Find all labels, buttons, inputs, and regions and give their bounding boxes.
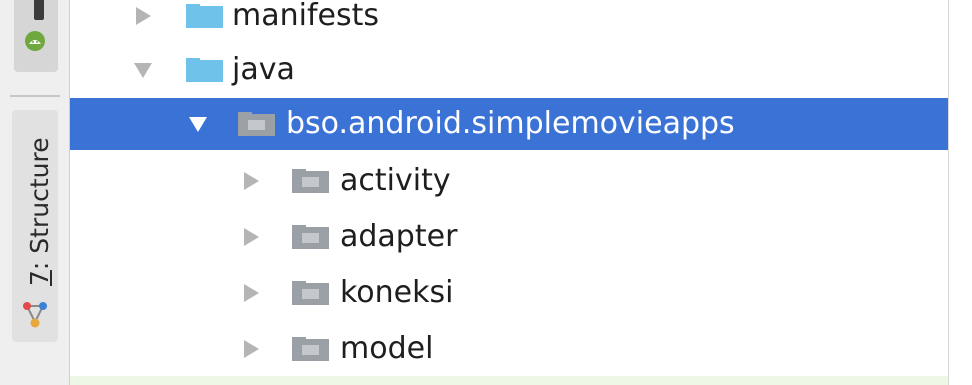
expand-arrow-icon[interactable] bbox=[244, 228, 259, 246]
structure-tab-text: : Structure bbox=[25, 137, 54, 271]
tree-row-model[interactable]: model bbox=[70, 323, 948, 375]
tree-row-label: activity bbox=[340, 163, 451, 198]
collapse-arrow-icon[interactable] bbox=[134, 63, 152, 78]
tree-row-adapter[interactable]: adapter bbox=[70, 211, 948, 263]
expand-arrow-icon[interactable] bbox=[244, 284, 259, 302]
package-folder-icon bbox=[238, 112, 275, 136]
expand-arrow-icon[interactable] bbox=[136, 7, 151, 25]
left-tool-strip: 7: Structure bbox=[0, 0, 70, 385]
vertical-scrollbar[interactable] bbox=[948, 0, 972, 385]
android-icon bbox=[24, 30, 46, 56]
tree-row-label: manifests bbox=[232, 0, 379, 33]
tree-row-koneksi[interactable]: koneksi bbox=[70, 267, 948, 319]
project-tool-window: 7: Structure manifests java bso.android.… bbox=[0, 0, 972, 385]
expand-arrow-icon[interactable] bbox=[244, 172, 259, 190]
tree-row-bso-android-simplemovieapps[interactable]: bso.android.simplemovieapps bbox=[70, 98, 948, 150]
structure-icon bbox=[22, 300, 48, 334]
collapse-arrow-icon[interactable] bbox=[189, 117, 207, 132]
folder-icon bbox=[186, 4, 223, 28]
tree-row-java[interactable]: java bbox=[70, 44, 948, 96]
expand-arrow-icon[interactable] bbox=[244, 340, 259, 358]
tree-row-label: model bbox=[340, 331, 434, 366]
package-folder-icon bbox=[292, 281, 329, 305]
package-folder-icon bbox=[292, 169, 329, 193]
tree-row-label: java bbox=[232, 52, 295, 87]
package-folder-icon bbox=[292, 337, 329, 361]
structure-tab-label: 7: Structure bbox=[25, 137, 54, 286]
tree-row-label: koneksi bbox=[340, 275, 454, 310]
tree-row-label: bso.android.simplemovieapps bbox=[286, 106, 735, 141]
top-tool-tab-label-fragment bbox=[34, 0, 44, 20]
next-row-highlight bbox=[70, 376, 948, 385]
tree-row-label: adapter bbox=[340, 219, 458, 254]
tree-row-manifests[interactable]: manifests bbox=[70, 0, 948, 42]
folder-icon bbox=[186, 58, 223, 82]
strip-divider bbox=[10, 95, 60, 97]
project-tree: manifests java bso.android.simplemovieap… bbox=[70, 0, 950, 385]
structure-tab-mnemonic: 7 bbox=[25, 270, 54, 286]
package-folder-icon bbox=[292, 225, 329, 249]
tree-row-activity[interactable]: activity bbox=[70, 155, 948, 207]
